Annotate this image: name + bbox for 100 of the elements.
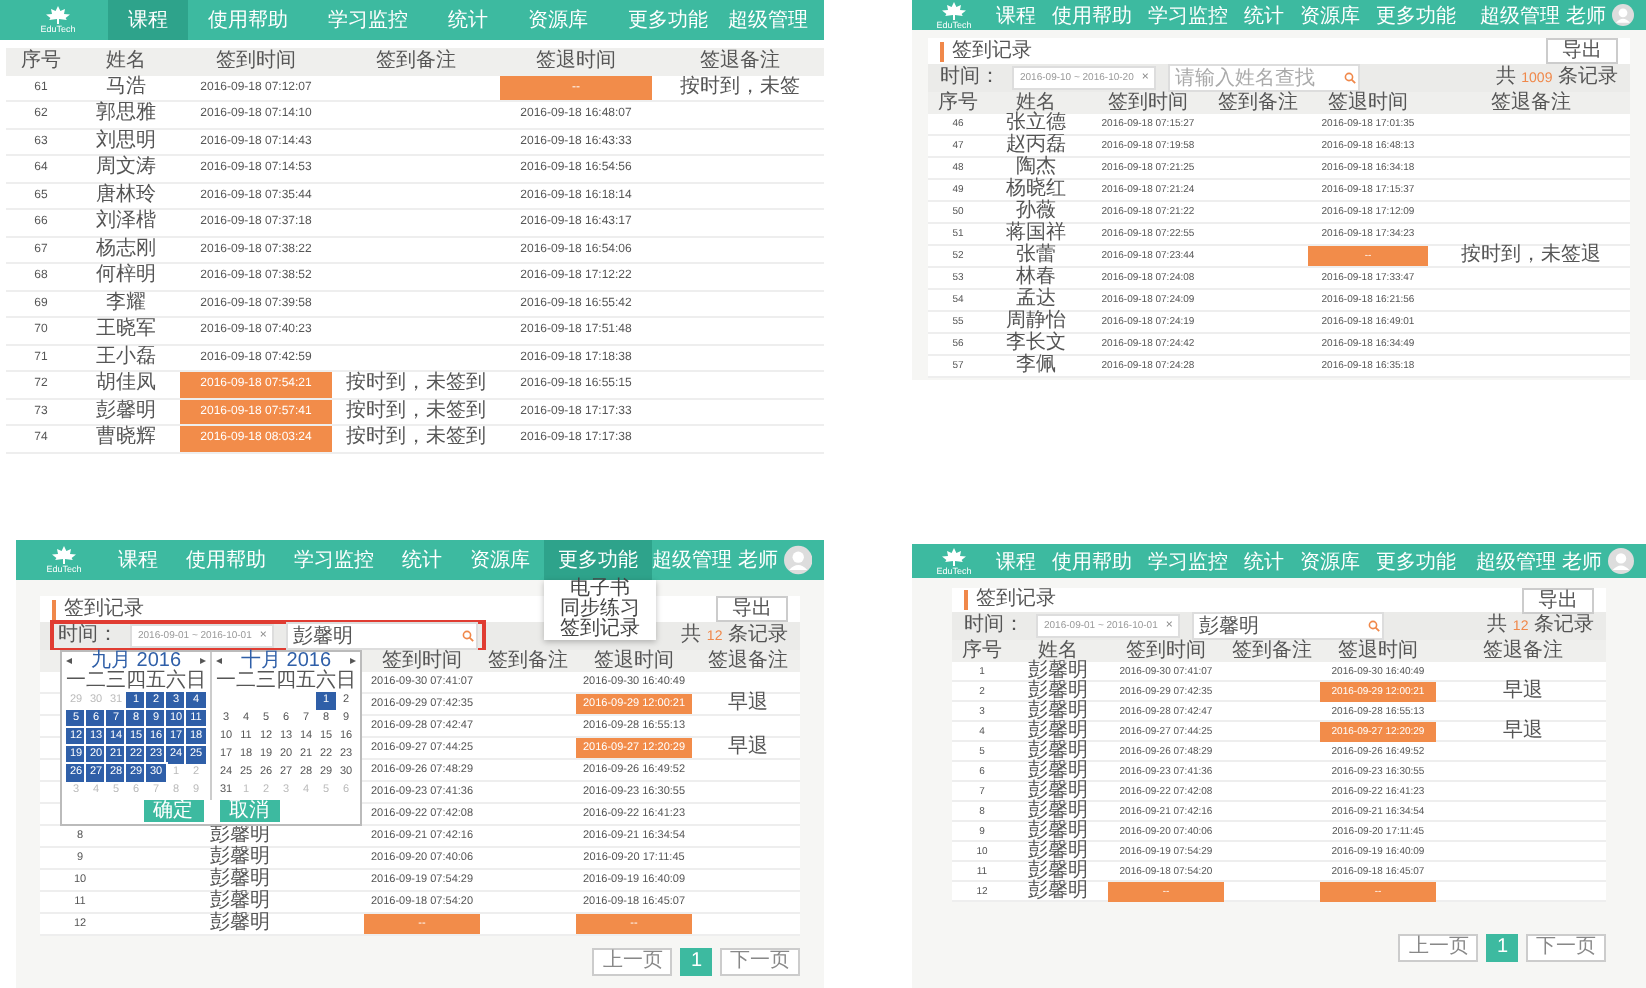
table-cell: 马浩 xyxy=(106,77,146,98)
avatar-icon[interactable] xyxy=(1608,548,1634,574)
logo-icon xyxy=(46,6,70,24)
logo-icon xyxy=(942,547,966,565)
user-name: 超级管理 老师 xyxy=(1476,549,1602,575)
search-icon[interactable] xyxy=(1344,72,1357,84)
avatar-icon[interactable] xyxy=(1612,4,1634,26)
export-button[interactable]: 导出 xyxy=(1522,587,1594,613)
table-cell: 彭馨明 xyxy=(1028,762,1088,782)
user-name: 超级管理 老师 xyxy=(652,547,778,574)
table-cell: 按时到，未签到 xyxy=(346,374,486,395)
table-cell: 彭馨明 xyxy=(1028,702,1088,722)
table-cell: 何梓明 xyxy=(96,266,156,287)
prev-page-button[interactable]: 上一页 xyxy=(592,948,673,976)
column-header: 签退备注 xyxy=(700,51,780,72)
table-cell: 王晓军 xyxy=(96,320,156,341)
column-header: 签退备注 xyxy=(708,651,788,671)
table-cell: 彭馨明 xyxy=(1028,802,1088,822)
logo-icon xyxy=(942,1,966,19)
column-header: 签退时间 xyxy=(536,51,616,72)
table-cell: 彭馨明 xyxy=(210,914,270,934)
weekday-label: 六 xyxy=(316,672,336,692)
table-cell: 刘泽楷 xyxy=(96,212,156,233)
table-cell: 王小磊 xyxy=(96,347,156,368)
table-cell: 周文涛 xyxy=(96,158,156,179)
table-cell: 早退 xyxy=(1503,722,1543,742)
column-header: 签到时间 xyxy=(382,651,462,671)
weekday-label: 一 xyxy=(216,672,236,692)
search-field[interactable]: 彭馨明 xyxy=(1192,612,1385,640)
weekday-label: 五 xyxy=(146,672,166,692)
table-cell: 赵丙磊 xyxy=(1006,136,1066,156)
table-cell: 陶杰 xyxy=(1016,158,1056,178)
table-cell: 刘思明 xyxy=(96,131,156,152)
column-header: 签到备注 xyxy=(1232,641,1312,661)
table-cell: 曹晓辉 xyxy=(96,428,156,449)
export-button[interactable]: 导出 xyxy=(716,596,788,622)
search-field[interactable]: 请输入姓名查找 xyxy=(1168,64,1361,92)
table-cell: 按时到，未签 xyxy=(680,77,800,98)
table-cell: 林春 xyxy=(1016,268,1056,288)
month-title: 九月 2016 xyxy=(90,652,182,672)
table-cell: 张蕾 xyxy=(1016,246,1056,266)
column-header: 姓名 xyxy=(106,51,146,72)
column-header: 签到时间 xyxy=(1108,93,1188,113)
weekday-label: 四 xyxy=(126,672,146,692)
column-header: 签退备注 xyxy=(1483,641,1563,661)
prev-page-button[interactable]: 上一页 xyxy=(1398,934,1479,962)
search-field[interactable]: 彭馨明 xyxy=(286,622,479,650)
menu-item[interactable]: 同步练习 xyxy=(544,600,656,620)
menu-item[interactable]: 签到记录 xyxy=(544,620,656,640)
export-button[interactable]: 导出 xyxy=(1546,38,1618,64)
column-header: 姓名 xyxy=(1016,93,1056,113)
table-cell: 早退 xyxy=(728,694,768,714)
page-title: 签到记录 xyxy=(52,599,144,619)
table-cell: 杨志刚 xyxy=(96,239,156,260)
table-cell: 蒋国祥 xyxy=(1006,224,1066,244)
table-cell: 彭馨明 xyxy=(1028,842,1088,862)
column-header: 序号 xyxy=(21,51,61,72)
table-cell: 孟达 xyxy=(1016,290,1056,310)
table-cell: 彭馨明 xyxy=(1028,742,1088,762)
column-header: 签到时间 xyxy=(1126,641,1206,661)
table-cell: 彭馨明 xyxy=(1028,882,1088,902)
weekday-label: 四 xyxy=(276,672,296,692)
table-cell: 彭馨明 xyxy=(1028,862,1088,882)
table-cell: 按时到，未签到 xyxy=(346,428,486,449)
weekday-label: 五 xyxy=(296,672,316,692)
table-cell: 郭思雅 xyxy=(96,104,156,125)
table-cell: 按时到，未签到 xyxy=(346,401,486,422)
month-title: 十月 2016 xyxy=(240,652,332,672)
avatar-icon[interactable] xyxy=(783,544,812,576)
table-cell: 彭馨明 xyxy=(1028,782,1088,802)
table-cell: 彭馨明 xyxy=(210,870,270,890)
column-header: 签退备注 xyxy=(1491,93,1571,113)
menu-item[interactable]: 电子书 xyxy=(544,580,656,600)
filter-label: 时间： xyxy=(940,68,1000,88)
table-cell: 张立德 xyxy=(1006,114,1066,134)
table-cell: 彭馨明 xyxy=(1028,682,1088,702)
table-cell: 李佩 xyxy=(1016,356,1056,376)
user-name: 超级管理 老师 xyxy=(1480,3,1606,29)
table-cell: 彭馨明 xyxy=(96,401,156,422)
table-cell: 周静怡 xyxy=(1006,312,1066,332)
weekday-label: 二 xyxy=(86,672,106,692)
column-header: 序号 xyxy=(938,93,978,113)
weekday-label: 日 xyxy=(186,672,206,692)
table-cell: 彭馨明 xyxy=(1028,822,1088,842)
weekday-label: 日 xyxy=(336,672,356,692)
next-page-button[interactable]: 下一页 xyxy=(720,948,800,976)
column-header: 签退时间 xyxy=(594,651,674,671)
column-header: 签到备注 xyxy=(376,51,456,72)
weekday-label: 三 xyxy=(106,672,126,692)
logo-icon xyxy=(52,546,76,564)
column-header: 姓名 xyxy=(1038,641,1078,661)
next-page-button[interactable]: 下一页 xyxy=(1526,934,1606,962)
table-cell: 李长文 xyxy=(1006,334,1066,354)
table-cell: 胡佳凤 xyxy=(96,374,156,395)
search-icon[interactable] xyxy=(462,630,475,642)
column-header: 签到时间 xyxy=(216,51,296,72)
table-cell: 彭馨明 xyxy=(1028,722,1088,742)
search-icon[interactable] xyxy=(1368,620,1381,632)
weekday-label: 一 xyxy=(66,672,86,692)
column-header: 签到备注 xyxy=(1218,93,1298,113)
